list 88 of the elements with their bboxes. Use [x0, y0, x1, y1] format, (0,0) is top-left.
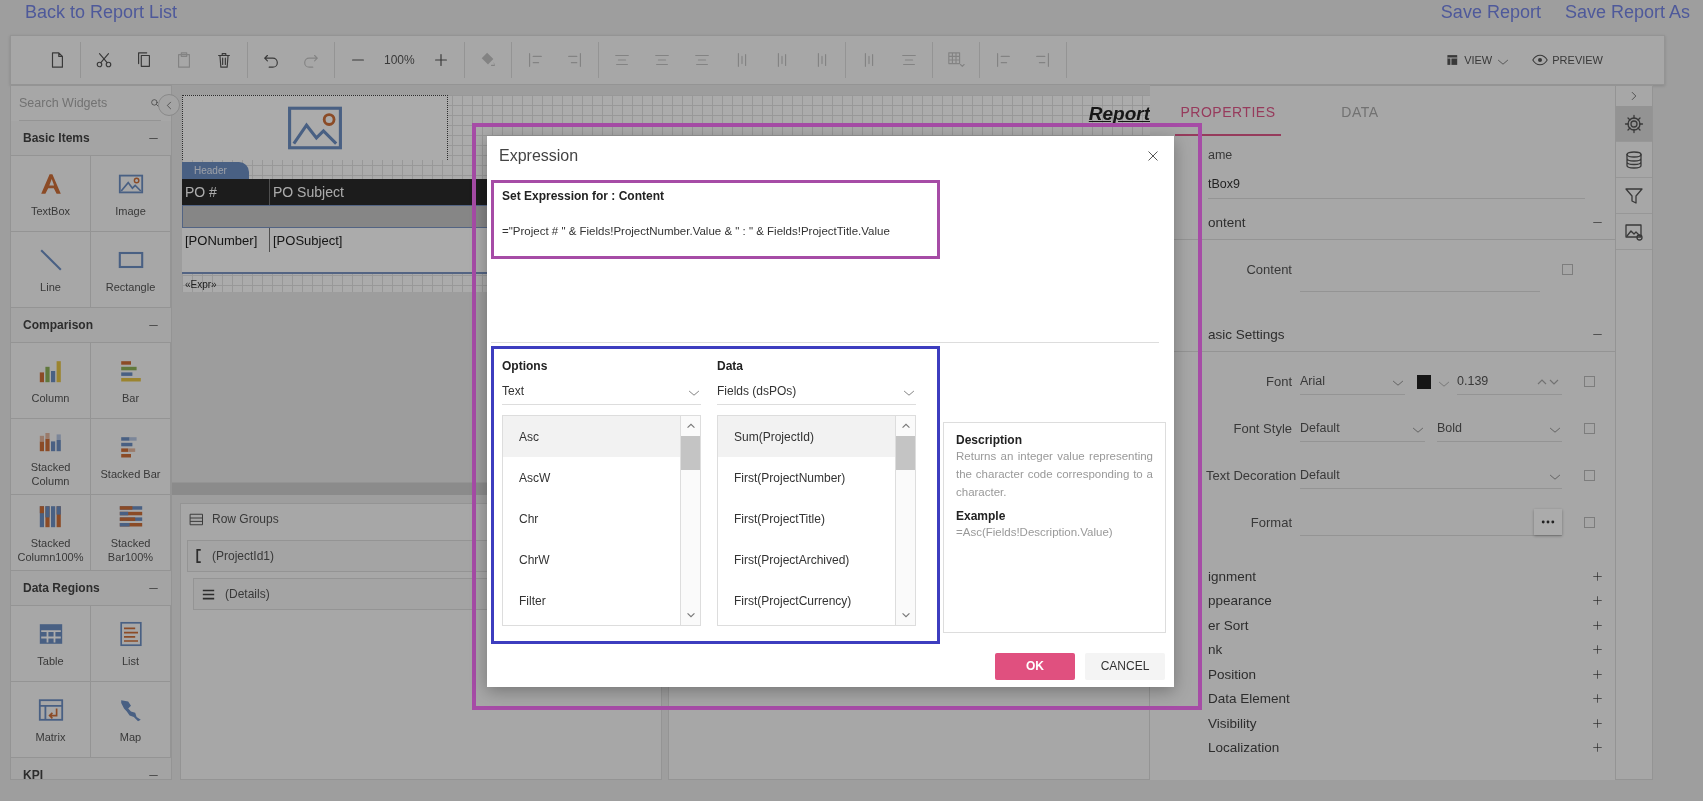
- dialog-title: Expression: [499, 147, 579, 165]
- dropdown[interactable]: Arial: [1300, 368, 1405, 395]
- color-swatch[interactable]: [1417, 374, 1431, 389]
- section-header[interactable]: Visibility: [1150, 711, 1615, 736]
- widget-tile[interactable]: Stacked Column100%: [11, 495, 91, 571]
- widget-tile[interactable]: Column: [11, 343, 91, 419]
- dropdown[interactable]: Fields (dsPOs): [717, 377, 916, 405]
- number-field[interactable]: 0.139: [1457, 368, 1562, 395]
- widget-tile[interactable]: Stacked Bar100%: [91, 495, 171, 571]
- scroll-thumb[interactable]: [896, 436, 915, 470]
- field-label: Font: [1265, 374, 1293, 389]
- eye-icon[interactable]: [1532, 52, 1549, 68]
- field-label: Text Decoration: [1206, 468, 1298, 483]
- checkbox[interactable]: [1584, 470, 1595, 481]
- dropdown[interactable]: Bold: [1437, 415, 1562, 442]
- widget-tile[interactable]: Line: [11, 232, 91, 308]
- section-header[interactable]: ignment: [1150, 564, 1615, 589]
- list-item[interactable]: Chr: [503, 498, 680, 539]
- format-field[interactable]: [1300, 509, 1562, 536]
- preview-button[interactable]: PREVIEW: [1521, 45, 1614, 75]
- rows-icon: [189, 511, 204, 527]
- zoom-level: 100%: [383, 53, 416, 67]
- section-header[interactable]: Data Element: [1150, 686, 1615, 711]
- widget-tile[interactable]: Bar: [91, 343, 171, 419]
- widget-tile[interactable]: Stacked Bar: [91, 419, 171, 495]
- widget-tile[interactable]: TextBox: [11, 156, 91, 232]
- expand-icon[interactable]: [1592, 668, 1603, 680]
- picker-label: Options: [502, 358, 549, 375]
- name-field[interactable]: tBox9: [1208, 170, 1585, 199]
- widget-tile[interactable]: Image: [91, 156, 171, 232]
- picker-label: Data: [717, 358, 744, 375]
- image-settings-icon[interactable]: [1624, 221, 1644, 242]
- ok-button[interactable]: OK: [995, 653, 1075, 680]
- filter-icon[interactable]: [1624, 185, 1644, 206]
- panel-title: Row Groups: [212, 512, 279, 526]
- list-item[interactable]: First(ProjectCurrency): [718, 580, 895, 621]
- lines-icon: [202, 587, 215, 601]
- checkbox[interactable]: [1584, 517, 1595, 528]
- close-icon[interactable]: [1146, 149, 1160, 163]
- dots-icon[interactable]: [1539, 518, 1557, 526]
- dropdown[interactable]: Default: [1300, 415, 1425, 442]
- list-item[interactable]: First(ProjectTitle): [718, 498, 895, 539]
- expand-icon[interactable]: [1592, 644, 1603, 656]
- list-item[interactable]: AscW: [503, 457, 680, 498]
- widget-tile[interactable]: List: [91, 606, 171, 682]
- example-heading: Example: [956, 509, 1007, 523]
- field-label: Format: [1249, 515, 1293, 530]
- section-header[interactable]: ppearance: [1150, 588, 1615, 613]
- database-icon[interactable]: [1624, 149, 1644, 170]
- cancel-button[interactable]: CANCEL: [1085, 653, 1165, 680]
- widget-tile[interactable]: Matrix: [11, 682, 91, 758]
- section-header[interactable]: er Sort: [1150, 613, 1615, 638]
- example-text: =Asc(Fields!Description.Value): [956, 525, 1114, 540]
- bracket-icon: [196, 549, 202, 563]
- checkbox[interactable]: [1562, 264, 1573, 275]
- expand-icon[interactable]: [1592, 717, 1603, 729]
- search-icon[interactable]: [150, 97, 161, 109]
- list-item[interactable]: Asc: [503, 416, 680, 457]
- dropdown[interactable]: Default: [1300, 462, 1562, 489]
- field-label: Content: [1245, 262, 1293, 277]
- expand-icon[interactable]: [1592, 619, 1603, 631]
- description-text: Returns an integer value representing the character code corresponding to a character.: [956, 449, 1153, 500]
- settings-icon[interactable]: [1624, 113, 1644, 134]
- expand-icon[interactable]: [1592, 693, 1603, 705]
- panel-tab[interactable]: PROPERTIES: [1175, 86, 1281, 136]
- list-item[interactable]: Sum(ProjectId): [718, 416, 895, 457]
- expression-field: «Expr»: [182, 274, 1150, 295]
- widget-tile[interactable]: Rectangle: [91, 232, 171, 308]
- section-header[interactable]: Localization: [1150, 735, 1615, 760]
- checkbox[interactable]: [1584, 423, 1595, 434]
- expand-icon[interactable]: [1592, 570, 1603, 582]
- list-item[interactable]: First(ProjectNumber): [718, 457, 895, 498]
- list-item[interactable]: First(ProjectArchived): [718, 539, 895, 580]
- checkbox[interactable]: [1584, 376, 1595, 387]
- widget-tile[interactable]: Table: [11, 606, 91, 682]
- report-title: Report: [1088, 103, 1150, 125]
- expand-icon[interactable]: [1592, 595, 1603, 607]
- expression-label: Set Expression for : Content: [502, 189, 666, 203]
- widget-tile[interactable]: Map: [91, 682, 171, 758]
- image-placeholder-icon: [286, 104, 344, 152]
- view-menu[interactable]: VIEW: [1435, 45, 1522, 75]
- description-heading: Description: [956, 433, 1023, 447]
- dropdown[interactable]: Text: [502, 377, 701, 405]
- field-label: ame: [1208, 148, 1233, 164]
- expand-icon[interactable]: [1592, 742, 1603, 754]
- scroll-thumb[interactable]: [681, 436, 700, 470]
- field-label: Font Style: [1232, 421, 1293, 436]
- widget-tile[interactable]: Stacked Column: [11, 419, 91, 495]
